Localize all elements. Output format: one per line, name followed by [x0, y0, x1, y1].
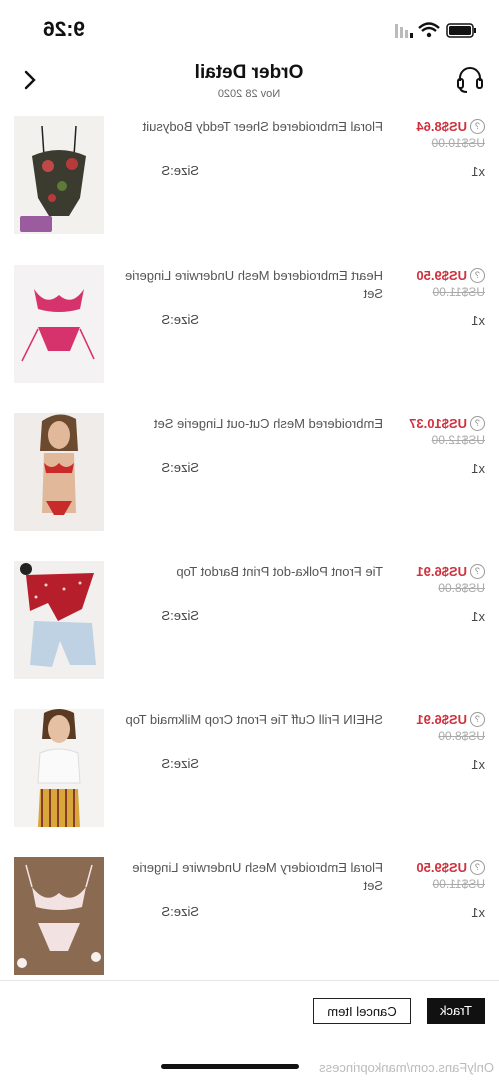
- item-price: US$9.50: [416, 268, 467, 283]
- order-item[interactable]: Floral Embroidery Mesh Underwire Lingeri…: [0, 857, 499, 987]
- item-price: US$9.50: [416, 860, 467, 875]
- order-item[interactable]: Tie Front Polka-dot Print Bardot Top US$…: [0, 561, 499, 691]
- product-image[interactable]: [14, 561, 104, 679]
- item-quantity: x1: [471, 905, 485, 920]
- status-time: 9:26: [42, 18, 85, 41]
- item-quantity: x1: [471, 313, 485, 328]
- info-icon[interactable]: ?: [470, 712, 485, 727]
- item-original-price: US$8.00: [438, 729, 485, 743]
- product-image[interactable]: [14, 116, 104, 234]
- order-item[interactable]: Heart Embroidered Mesh Underwire Lingeri…: [0, 265, 499, 395]
- item-original-price: US$11.00: [432, 877, 485, 891]
- status-icons: [375, 20, 485, 42]
- info-icon[interactable]: ?: [470, 416, 485, 431]
- item-original-price: US$11.00: [432, 285, 485, 299]
- product-image[interactable]: [14, 413, 104, 531]
- bottom-action-bar: Track Cancel Item: [0, 980, 499, 1041]
- item-name: Heart Embroidered Mesh Underwire Lingeri…: [125, 268, 383, 301]
- item-price: US$10.37: [409, 416, 467, 431]
- item-price: US$8.64: [416, 119, 467, 134]
- item-size: Size:S: [161, 460, 199, 475]
- info-icon[interactable]: ?: [470, 860, 485, 875]
- cancel-item-button[interactable]: Cancel Item: [313, 998, 411, 1024]
- item-size: Size:S: [161, 756, 199, 771]
- watermark: OnlyFans.com/mankoprincess: [319, 1060, 494, 1075]
- item-original-price: US$10.00: [431, 136, 485, 150]
- item-quantity: x1: [471, 164, 485, 179]
- order-date: Nov 28 2020: [217, 88, 281, 100]
- item-quantity: x1: [471, 757, 485, 772]
- headset-icon[interactable]: [455, 64, 485, 94]
- item-price: US$6.91: [416, 564, 467, 579]
- item-size: Size:S: [161, 312, 199, 327]
- product-image[interactable]: [14, 857, 104, 975]
- item-name: Floral Embroidery Mesh Underwire Lingeri…: [132, 860, 383, 893]
- item-price: US$6.91: [416, 712, 467, 727]
- home-indicator[interactable]: [161, 1064, 299, 1069]
- order-item[interactable]: Embroidered Mesh Cut-out Lingerie Set US…: [0, 413, 499, 543]
- header: Order Detail Nov 28 2020: [0, 58, 499, 108]
- page-title: Order Detail: [194, 62, 304, 83]
- item-quantity: x1: [471, 609, 485, 624]
- wifi-icon: [418, 22, 440, 38]
- signal-icon: [395, 24, 413, 38]
- track-button[interactable]: Track: [427, 998, 485, 1024]
- info-icon[interactable]: ?: [470, 268, 485, 283]
- product-image[interactable]: [14, 265, 104, 383]
- item-name: SHEIN Frill Cuff Tie Front Crop Milkmaid…: [125, 712, 383, 727]
- item-quantity: x1: [471, 461, 485, 476]
- order-item[interactable]: SHEIN Frill Cuff Tie Front Crop Milkmaid…: [0, 709, 499, 839]
- info-icon[interactable]: ?: [470, 564, 485, 579]
- order-item[interactable]: Floral Embroidered Sheer Teddy Bodysuit …: [0, 116, 499, 246]
- item-original-price: US$12.00: [431, 433, 485, 447]
- item-name: Floral Embroidered Sheer Teddy Bodysuit: [142, 119, 383, 134]
- item-name: Tie Front Polka-dot Print Bardot Top: [176, 564, 383, 579]
- item-original-price: US$8.00: [438, 581, 485, 595]
- product-image[interactable]: [14, 709, 104, 827]
- item-size: Size:S: [161, 608, 199, 623]
- item-name: Embroidered Mesh Cut-out Lingerie Set: [153, 416, 383, 431]
- info-icon[interactable]: ?: [470, 119, 485, 134]
- item-size: Size:S: [161, 163, 199, 178]
- item-size: Size:S: [161, 904, 199, 919]
- chevron-left-icon[interactable]: [16, 64, 42, 96]
- status-bar: 9:26: [0, 0, 499, 58]
